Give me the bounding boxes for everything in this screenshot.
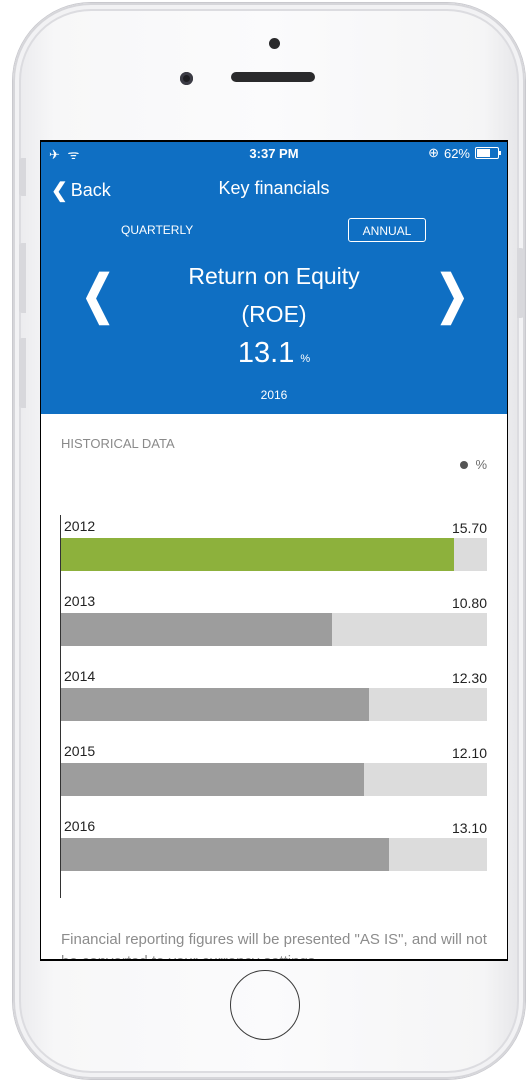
earpiece-speaker [231,72,315,82]
bar-fill [61,688,369,721]
front-camera-icon [180,72,193,85]
battery-icon [475,147,501,159]
bar-year-label: 2012 [64,518,96,534]
bar-fill [61,538,454,571]
battery-percent: 62% [443,145,470,161]
legend-label: % [475,457,487,472]
metric-value: 13.1% [41,337,507,370]
volume-up-button [19,243,26,313]
bar-value-label: 12.30 [451,670,487,686]
chart-legend: % [460,457,487,472]
historical-section[interactable]: HISTORICAL DATA % 2012 15.70 2013 10.80 2014… [41,414,507,959]
bar-track [61,688,487,721]
bar-year-label: 2016 [64,818,96,834]
status-bar: ✈ ᯤ 3:37 PM ⊕ 62% [41,142,507,164]
bar-track [61,613,487,646]
legend-dot-icon [460,460,469,469]
back-label: Back [70,180,111,200]
metric-title-line1: Return on Equity [188,263,360,289]
nav-bar: ❮ Back Key financials [41,174,507,204]
metric-title-line2: (ROE) [241,301,307,327]
bar-track [61,538,487,571]
app-screen: ✈ ᯤ 3:37 PM ⊕ 62% ❮ Back Key financials … [41,142,507,959]
status-right: ⊕ 62% [428,145,501,161]
quarterly-toggle[interactable]: QUARTERLY [121,218,193,242]
proximity-sensor [269,38,280,49]
disclaimer-text: Financial reporting figures will be pres… [61,931,487,959]
bar-year-label: 2013 [64,593,96,609]
bar-year-label: 2014 [64,668,96,684]
bar-value-label: 15.70 [451,520,487,536]
bar-year-label: 2015 [64,743,96,759]
bar-value-label: 10.80 [451,595,487,611]
home-button[interactable] [230,970,300,1040]
bar-fill [61,763,364,796]
mute-switch [19,158,26,196]
bar-value-label: 12.10 [451,745,487,761]
back-button[interactable]: ❮ Back [51,178,111,203]
bar-track [61,763,487,796]
screen: ✈ ᯤ 3:37 PM ⊕ 62% ❮ Back Key financials … [40,140,508,961]
section-title: HISTORICAL DATA [61,436,175,451]
metric-unit: % [300,353,311,365]
volume-down-button [19,338,26,408]
metric-number: 13.1 [237,337,295,369]
bar-value-label: 13.10 [451,820,487,836]
rotation-lock-icon: ⊕ [428,145,439,160]
annual-toggle[interactable]: ANNUAL [348,218,426,242]
bar-track [61,838,487,871]
chevron-left-icon: ❮ [51,180,68,202]
power-button [517,248,524,318]
metric-title: Return on Equity (ROE) [41,257,507,333]
header: ✈ ᯤ 3:37 PM ⊕ 62% ❮ Back Key financials … [41,142,507,414]
bar-fill [61,613,332,646]
bar-fill [61,838,389,871]
metric-year: 2016 [260,388,288,402]
